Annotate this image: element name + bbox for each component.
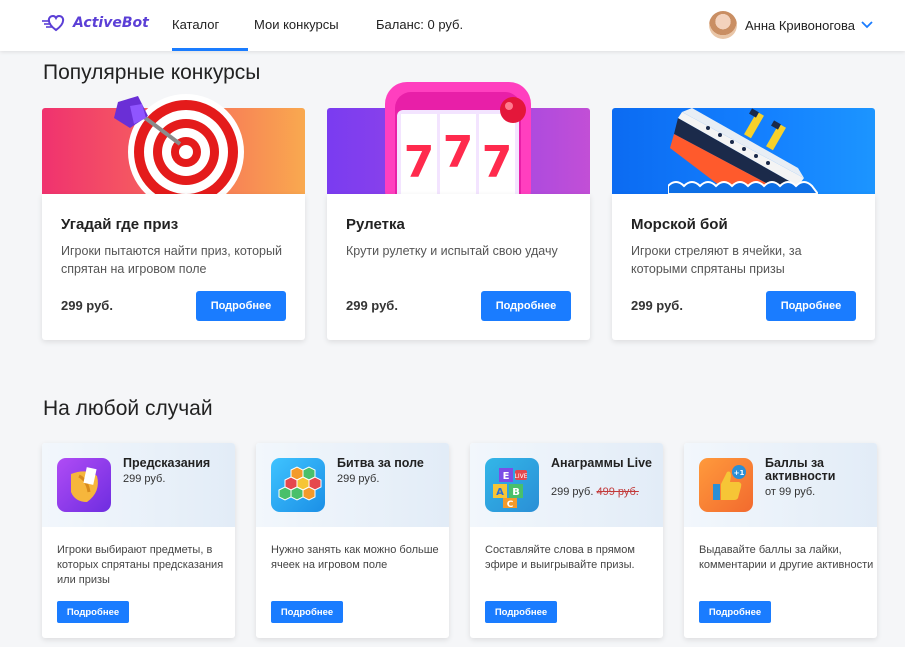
details-button[interactable]: Подробнее (766, 291, 856, 321)
nav-my-contests[interactable]: Мои конкурсы (254, 17, 339, 32)
card-description: Выдавайте баллы за лайки, комментарии и … (699, 544, 874, 571)
card-price: 299 руб. (61, 298, 113, 313)
svg-text:7: 7 (404, 137, 435, 188)
svg-text:+1: +1 (734, 469, 745, 477)
card-title: Анаграммы Live (551, 456, 652, 470)
svg-text:7: 7 (443, 127, 474, 178)
svg-text:E: E (503, 471, 510, 482)
contest-card-roulette: 7 7 7 Рулетка Крути рулетку и испытай св… (327, 82, 590, 340)
popular-section-title: Популярные конкурсы (43, 61, 261, 84)
card-price: 299 руб. 499 руб. (551, 486, 639, 498)
thumbs-up-icon: +1 (699, 458, 753, 512)
hex-grid-icon (271, 458, 325, 512)
user-name: Анна Кривоногова (744, 17, 855, 33)
price-current: от 99 руб. (765, 486, 816, 498)
card-body: Морской бой Игроки стреляют в ячейки, за… (612, 194, 875, 340)
contest-card-activity-points: +1 Баллы за активности от 99 руб. Выдава… (684, 443, 877, 638)
contest-card-predictions: Предсказания 299 руб. Игроки выбирают пр… (42, 443, 235, 638)
svg-text:A: A (496, 487, 504, 498)
letter-blocks-icon: E LIVE A B C (485, 458, 539, 512)
nav-catalog[interactable]: Каталог (172, 17, 219, 32)
card-price: 299 руб. (346, 298, 398, 313)
logo[interactable]: ActiveBot (42, 14, 149, 32)
card-title: Битва за поле (337, 456, 424, 470)
details-button[interactable]: Подробнее (57, 601, 129, 623)
card-price: от 99 руб. (765, 486, 815, 498)
top-header: ActiveBot Каталог Мои конкурсы Баланс: 0… (0, 0, 905, 51)
svg-text:7: 7 (482, 137, 513, 188)
user-menu[interactable]: Анна Кривоногова (708, 11, 873, 39)
contest-card-anagrams-live: E LIVE A B C Анаграммы Live 299 руб. 499… (470, 443, 663, 638)
card-title: Предсказания (123, 456, 211, 470)
card-price: 299 руб. (123, 473, 165, 485)
details-button[interactable]: Подробнее (699, 601, 771, 623)
details-button[interactable]: Подробнее (485, 601, 557, 623)
nav-balance[interactable]: Баланс: 0 руб. (376, 17, 463, 32)
card-description: Составляйте слова в прямом эфире и выигр… (485, 544, 635, 571)
details-button[interactable]: Подробнее (271, 601, 343, 623)
price-old: 499 руб. (596, 486, 639, 498)
card-title: Морской бой (631, 216, 728, 233)
price-current: 299 руб. (551, 486, 594, 498)
avatar[interactable] (708, 11, 737, 39)
svg-text:B: B (512, 487, 520, 498)
card-description: Нужно занять как можно больше ячеек на и… (271, 544, 439, 571)
any-occasion-section-title: На любой случай (43, 397, 213, 420)
contest-card-field-battle: Битва за поле 299 руб. Нужно занять как … (256, 443, 449, 638)
sinking-ship-icon (668, 108, 818, 194)
card-title: Баллы за активности (765, 456, 836, 483)
target-dart-icon (114, 94, 244, 194)
card-body: Угадай где приз Игроки пытаются найти пр… (42, 194, 305, 340)
heart-logo-icon (42, 14, 65, 32)
svg-text:LIVE: LIVE (514, 473, 527, 480)
card-description: Игроки пытаются найти приз, который спря… (61, 244, 282, 276)
price-current: 299 руб. (337, 473, 380, 485)
nav-active-indicator (172, 48, 248, 51)
card-title: Рулетка (346, 216, 405, 233)
card-title: Угадай где приз (61, 216, 179, 233)
card-price: 299 руб. (337, 473, 379, 485)
contest-card-guess-prize: Угадай где приз Игроки пытаются найти пр… (42, 94, 305, 340)
card-price: 299 руб. (631, 298, 683, 313)
price-current: 299 руб. (123, 473, 166, 485)
contest-card-sea-battle: Морской бой Игроки стреляют в ячейки, за… (612, 108, 875, 340)
details-button[interactable]: Подробнее (481, 291, 571, 321)
chevron-down-icon[interactable] (861, 21, 873, 29)
card-description: Игроки выбирают предметы, в которых спря… (57, 544, 224, 586)
slot-machine-777-icon: 7 7 7 (385, 82, 531, 194)
card-description: Игроки стреляют в ячейки, за которыми сп… (631, 244, 802, 276)
card-body: Рулетка Крути рулетку и испытай свою уда… (327, 194, 590, 340)
logo-text: ActiveBot (73, 15, 149, 31)
svg-text:C: C (507, 500, 514, 510)
card-description: Крути рулетку и испытай свою удачу (346, 244, 558, 258)
fortune-cookie-icon (57, 458, 111, 512)
details-button[interactable]: Подробнее (196, 291, 286, 321)
